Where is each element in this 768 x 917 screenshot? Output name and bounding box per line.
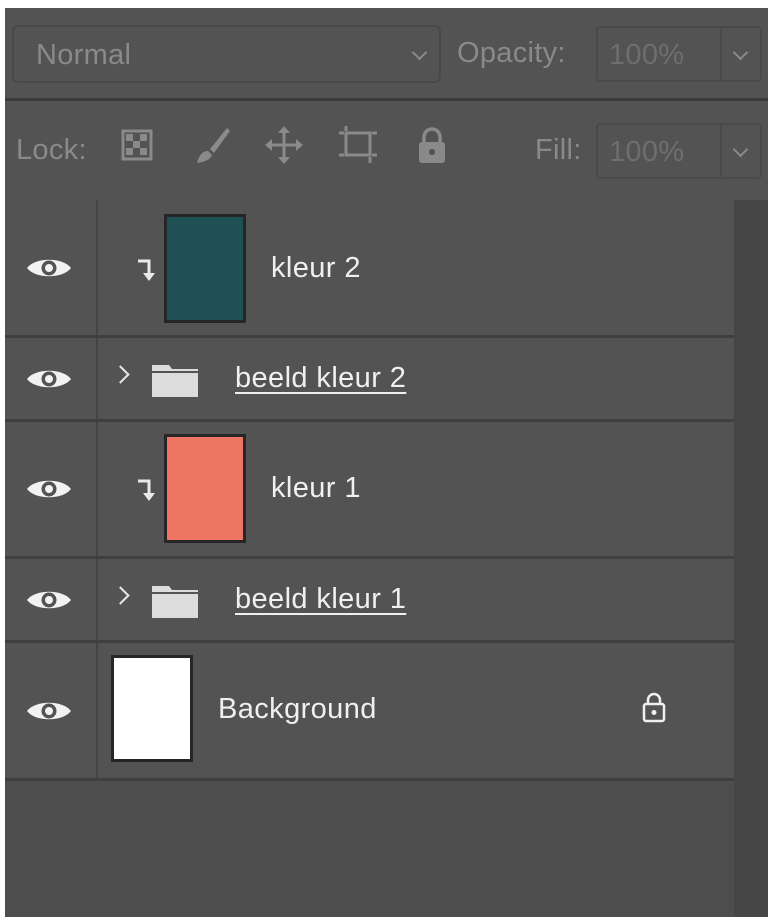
layer-name[interactable]: beeld kleur 2 [235, 362, 406, 395]
layer-thumbnail [111, 655, 193, 762]
lock-position-icon[interactable] [262, 123, 306, 167]
layer-name[interactable]: kleur 1 [271, 472, 361, 505]
layer-row-beeld-kleur-1[interactable]: beeld kleur 1 [5, 559, 734, 643]
layer-row-background[interactable]: Background [5, 643, 734, 781]
chevron-down-icon [411, 44, 428, 61]
opacity-value: 100% [609, 39, 685, 71]
visibility-toggle[interactable] [5, 200, 98, 335]
layer-row-beeld-kleur-2[interactable]: beeld kleur 2 [5, 338, 734, 422]
visibility-toggle[interactable] [5, 338, 98, 419]
lock-options-bar: Lock: Fill: 100% [5, 101, 768, 198]
visibility-toggle[interactable] [5, 422, 98, 556]
fill-value: 100% [609, 136, 685, 168]
visibility-toggle[interactable] [5, 643, 98, 778]
opacity-field[interactable]: 100% [596, 26, 762, 82]
clipping-mask-arrow-icon [138, 479, 155, 501]
eye-icon [27, 370, 71, 387]
blend-mode-value: Normal [36, 39, 132, 71]
eye-icon [27, 591, 71, 608]
layers-panel: Normal Opacity: 100% Lock: Fill: 100% kl… [5, 8, 768, 917]
chevron-down-icon [732, 44, 749, 61]
folder-icon [152, 365, 198, 397]
layer-thumbnail [164, 214, 246, 323]
lock-image-pixels-icon[interactable] [190, 123, 234, 167]
lock-icon[interactable] [642, 691, 666, 723]
eye-icon [27, 702, 71, 719]
layer-name[interactable]: beeld kleur 1 [235, 583, 406, 616]
blend-mode-dropdown[interactable]: Normal [12, 25, 441, 83]
visibility-toggle[interactable] [5, 559, 98, 640]
lock-transparent-pixels-icon[interactable] [118, 123, 162, 167]
folder-icon [152, 586, 198, 618]
lock-artboard-icon[interactable] [336, 123, 380, 167]
chevron-down-icon [732, 141, 749, 158]
layer-row-kleur-2[interactable]: kleur 2 [5, 200, 734, 338]
scrollbar-track[interactable] [734, 200, 768, 917]
lock-label: Lock: [16, 134, 87, 166]
fill-dropdown-button[interactable] [720, 125, 760, 177]
blend-options-bar: Normal Opacity: 100% [5, 8, 768, 98]
clipping-mask-arrow-icon [138, 259, 155, 281]
layer-name[interactable]: Background [218, 693, 377, 726]
chevron-right-icon[interactable] [111, 586, 130, 605]
layer-list: kleur 2 beeld kleur 2 kleur 1 beeld kleu… [5, 200, 768, 917]
layer-thumbnail [164, 434, 246, 543]
layer-name[interactable]: kleur 2 [271, 252, 361, 285]
eye-icon [27, 259, 71, 276]
layer-row-kleur-1[interactable]: kleur 1 [5, 422, 734, 559]
fill-label: Fill: [535, 134, 582, 166]
chevron-right-icon[interactable] [111, 365, 130, 384]
eye-icon [27, 480, 71, 498]
fill-field[interactable]: 100% [596, 123, 762, 179]
opacity-label: Opacity: [457, 37, 566, 69]
opacity-dropdown-button[interactable] [720, 28, 760, 80]
lock-all-icon[interactable] [410, 123, 454, 167]
